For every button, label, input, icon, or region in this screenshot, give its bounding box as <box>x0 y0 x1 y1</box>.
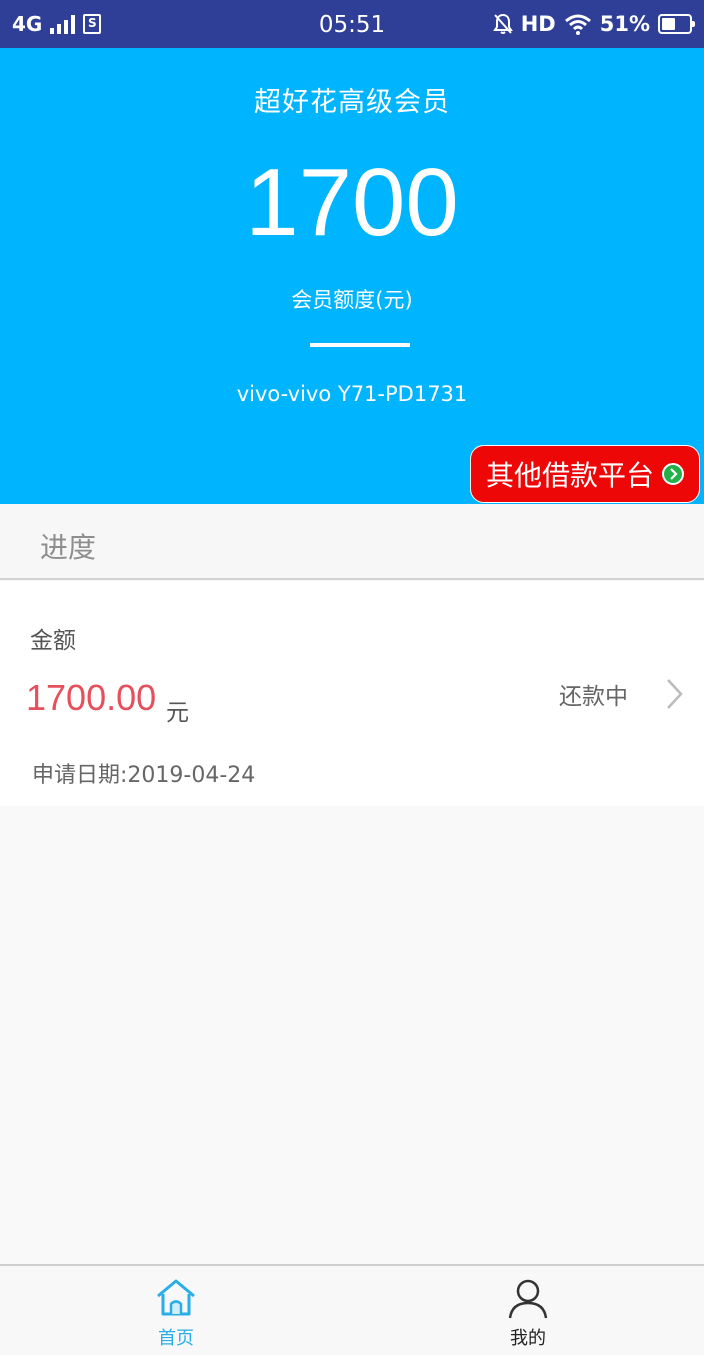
wifi-icon <box>564 14 591 35</box>
user-icon <box>508 1279 548 1319</box>
tab-mine-label: 我的 <box>510 1328 546 1349</box>
page-title: 超好花高级会员 <box>254 87 450 118</box>
tab-home[interactable]: 首页 <box>0 1266 352 1355</box>
hd-indicator: HD <box>520 12 556 36</box>
amount-label: 金额 <box>30 628 76 654</box>
device-name: vivo-vivo Y71-PD1731 <box>236 382 468 406</box>
tab-mine[interactable]: 我的 <box>352 1266 704 1355</box>
chevron-right-icon <box>662 463 684 485</box>
progress-section-header: 进度 <box>0 504 704 580</box>
battery-icon <box>658 14 695 34</box>
battery-percent: 51% <box>599 12 650 36</box>
home-icon <box>157 1279 195 1316</box>
credit-label: 会员额度(元) <box>291 288 413 312</box>
progress-title: 进度 <box>40 531 97 564</box>
other-platform-button[interactable]: 其他借款平台 <box>470 445 700 503</box>
apply-date: 申请日期:2019-04-24 <box>32 763 256 788</box>
chevron-right-icon <box>667 679 683 709</box>
loan-amount: 1700.00 <box>26 677 157 718</box>
status-bar: 4G S 05:51 HD 51% <box>0 0 704 48</box>
divider <box>310 343 410 347</box>
loan-status: 还款中 <box>559 684 628 710</box>
status-right: HD 51% <box>492 0 695 48</box>
tab-home-label: 首页 <box>158 1328 194 1349</box>
other-platform-label: 其他借款平台 <box>485 459 654 492</box>
credit-amount: 1700 <box>245 149 459 256</box>
member-header: 超好花高级会员 1700 会员额度(元) vivo-vivo Y71-PD173… <box>0 48 704 504</box>
loan-item[interactable]: 金额 1700.00 元 还款中 申请日期:2019-04-24 <box>0 581 704 806</box>
amount-unit: 元 <box>166 700 189 726</box>
mute-bell-icon <box>492 13 513 34</box>
bottom-tab-bar: 首页 我的 <box>0 1264 704 1355</box>
